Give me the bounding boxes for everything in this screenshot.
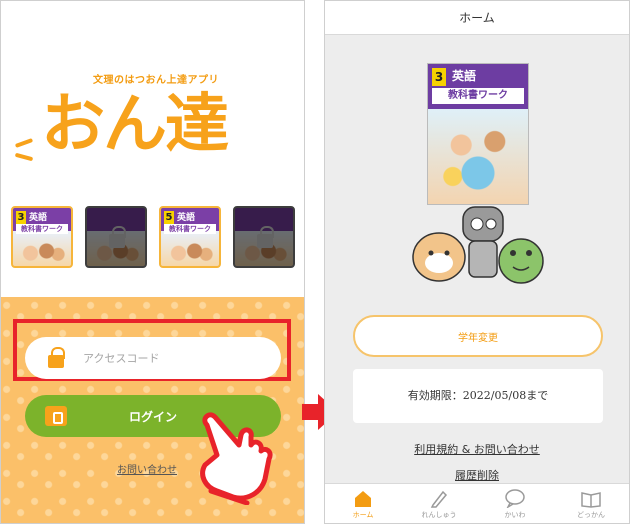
- book-thumbnail[interactable]: 3 英語 教科書ワーク: [11, 206, 73, 268]
- lock-icon: [257, 226, 274, 248]
- home-screen: ホーム 3 英語 教科書ワーク 学年変更 有効期限：2022/05/08まで 利…: [324, 0, 630, 524]
- book-carousel: 3 英語 教科書ワーク 5 英語 教科書ワーク: [11, 206, 296, 268]
- home-icon: [355, 490, 371, 507]
- book-icon: [581, 491, 601, 508]
- login-screen: 文理のはつおん上達アプリ おん達 3 英語 教科書ワーク 5 英語 教科書ワーク: [0, 0, 305, 524]
- tab-label: かいわ: [504, 510, 526, 519]
- grade-badge: 3: [432, 68, 446, 86]
- expiry-info: 有効期限：2022/05/08まで: [353, 369, 603, 423]
- tab-label: ホーム: [352, 510, 374, 519]
- tab-home[interactable]: ホーム: [325, 484, 401, 523]
- book-subject: 英語: [29, 213, 48, 223]
- selected-book[interactable]: 3 英語 教科書ワーク: [427, 63, 529, 205]
- delete-history-link[interactable]: 履歴削除: [325, 467, 629, 483]
- book-subject: 英語: [452, 69, 477, 83]
- book-title: 教科書ワーク: [164, 224, 216, 234]
- tab-practice[interactable]: れんしゅう: [401, 484, 477, 523]
- book-thumbnail-locked[interactable]: [233, 206, 295, 268]
- lock-icon: [109, 226, 126, 248]
- book-thumbnail[interactable]: 5 英語 教科書ワーク: [159, 206, 221, 268]
- tab-book[interactable]: どっかん: [553, 484, 629, 523]
- padlock-icon: [48, 347, 65, 368]
- chat-icon: [505, 488, 525, 508]
- book-thumbnail-locked[interactable]: [85, 206, 147, 268]
- book-illustration: [167, 240, 213, 262]
- access-code-input[interactable]: [83, 351, 263, 365]
- logo-accent: [14, 138, 34, 148]
- grade-change-button[interactable]: 学年変更: [353, 315, 603, 357]
- grade-badge: 5: [164, 211, 174, 225]
- pointing-hand-icon: [200, 412, 273, 505]
- terms-contact-link[interactable]: 利用規約 & お問い合わせ: [325, 441, 629, 457]
- app-logo: おん達: [41, 88, 229, 162]
- book-title: 教科書ワーク: [432, 88, 524, 104]
- book-subject: 英語: [177, 213, 196, 223]
- access-code-field[interactable]: [25, 337, 281, 379]
- contact-link[interactable]: お問い合わせ: [117, 461, 177, 476]
- logo-accent: [14, 152, 34, 162]
- book-title: 教科書ワーク: [16, 224, 68, 234]
- mascot-characters: [412, 206, 544, 284]
- bottom-tab-bar: ホーム れんしゅう かいわ どっかん: [325, 483, 629, 523]
- book-illustration: [436, 124, 520, 194]
- tab-label: どっかん: [577, 510, 605, 519]
- tab-conversation[interactable]: かいわ: [477, 484, 553, 523]
- pencil-icon: [430, 490, 448, 508]
- grade-badge: 3: [16, 211, 26, 225]
- book-illustration: [19, 240, 65, 262]
- tab-label: れんしゅう: [421, 510, 457, 519]
- page-title: ホーム: [325, 1, 629, 35]
